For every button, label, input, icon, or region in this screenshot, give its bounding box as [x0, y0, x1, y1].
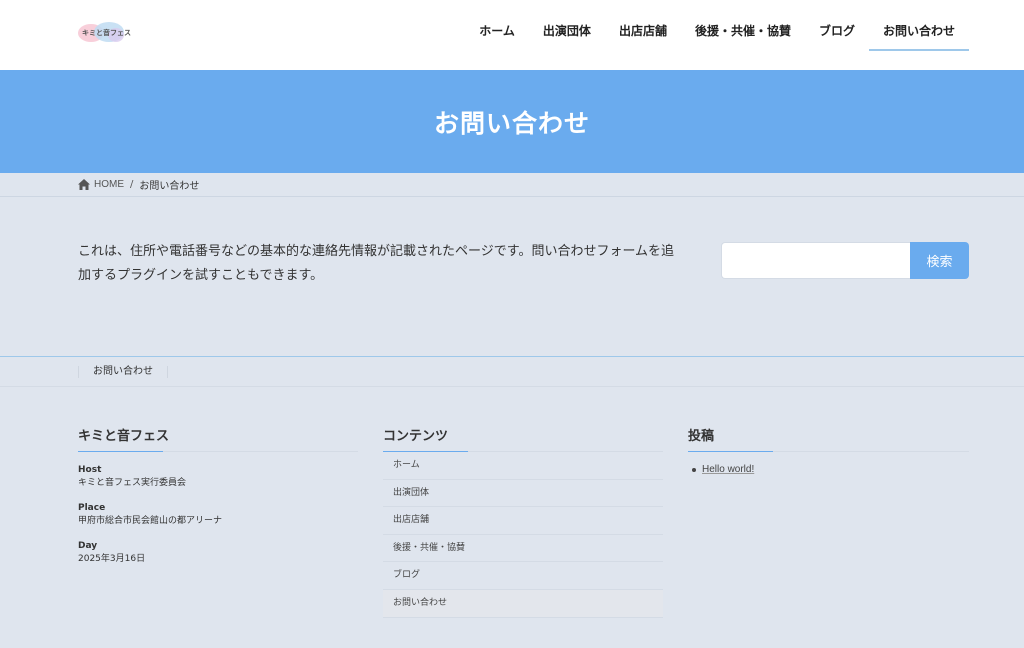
widget-title: 投稿 [688, 425, 969, 452]
page-content-text: これは、住所や電話番号などの基本的な連絡先情報が記載されたページです。問い合わせ… [78, 244, 675, 283]
info-value: 2025年3月16日 [78, 554, 146, 564]
nav-item-performers[interactable]: 出演団体 [529, 0, 605, 70]
widget-contents: コンテンツ ホーム 出演団体 出店店舗 後援・共催・協賛 ブログ お問い合わせ [383, 425, 663, 618]
post-link[interactable]: Hello world! [702, 464, 754, 475]
info-place: Place 甲府市総合市民会館山の都アリーナ [78, 502, 358, 528]
nav-item-contact[interactable]: お問い合わせ [868, 0, 970, 70]
nav-item-blog[interactable]: ブログ [805, 0, 869, 70]
info-label: Place [78, 503, 106, 513]
info-host: Host キミと音フェス実行委員会 [78, 464, 358, 490]
nav-item-home[interactable]: ホーム [465, 0, 529, 70]
info-label: Day [78, 541, 98, 551]
nav-item-shops[interactable]: 出店店舗 [605, 0, 681, 70]
menu-item-shops[interactable]: 出店店舗 [383, 507, 663, 535]
menu-item-blog[interactable]: ブログ [383, 562, 663, 590]
menu-item-sponsors[interactable]: 後援・共催・協賛 [383, 535, 663, 563]
contents-menu: ホーム 出演団体 出店店舗 後援・共催・協賛 ブログ お問い合わせ [383, 452, 663, 618]
breadcrumb: HOME / お問い合わせ [0, 173, 1024, 197]
widget-title: キミと音フェス [78, 425, 358, 452]
breadcrumb-separator: / [130, 179, 134, 190]
post-list: Hello world! [688, 464, 969, 475]
search-button[interactable]: 検索 [910, 242, 969, 279]
breadcrumb-current: お問い合わせ [139, 181, 200, 192]
info-label: Host [78, 465, 102, 475]
search-input[interactable] [721, 242, 910, 279]
widget-posts: 投稿 Hello world! [688, 425, 969, 475]
footer-nav-item-contact[interactable]: お問い合わせ [78, 365, 168, 378]
page-banner: お問い合わせ [0, 70, 1024, 173]
widget-title: コンテンツ [383, 425, 663, 452]
breadcrumb-home-link[interactable]: HOME [94, 179, 124, 190]
page-title: お問い合わせ [433, 108, 590, 138]
main-nav: ホーム 出演団体 出店店舗 後援・共催・協賛 ブログ お問い合わせ [465, 0, 970, 70]
menu-item-performers[interactable]: 出演団体 [383, 480, 663, 508]
home-icon [78, 179, 90, 190]
info-value: 甲府市総合市民会館山の都アリーナ [78, 516, 223, 526]
menu-item-home[interactable]: ホーム [383, 452, 663, 480]
widget-about: キミと音フェス Host キミと音フェス実行委員会 Place 甲府市総合市民会… [78, 425, 358, 566]
info-day: Day 2025年3月16日 [78, 540, 358, 566]
logo-text: キミと音フェス [82, 29, 131, 37]
info-value: キミと音フェス実行委員会 [78, 478, 187, 488]
menu-item-contact[interactable]: お問い合わせ [383, 589, 663, 618]
nav-item-sponsors[interactable]: 後援・共催・協賛 [681, 0, 805, 70]
search-form: 検索 [721, 242, 969, 279]
site-header: キミと音フェス ホーム 出演団体 出店店舗 後援・共催・協賛 ブログ お問い合わ… [0, 0, 1024, 70]
footer-nav: お問い合わせ [0, 356, 1024, 387]
list-item: Hello world! [688, 464, 969, 475]
site-logo[interactable]: キミと音フェス [78, 22, 131, 44]
